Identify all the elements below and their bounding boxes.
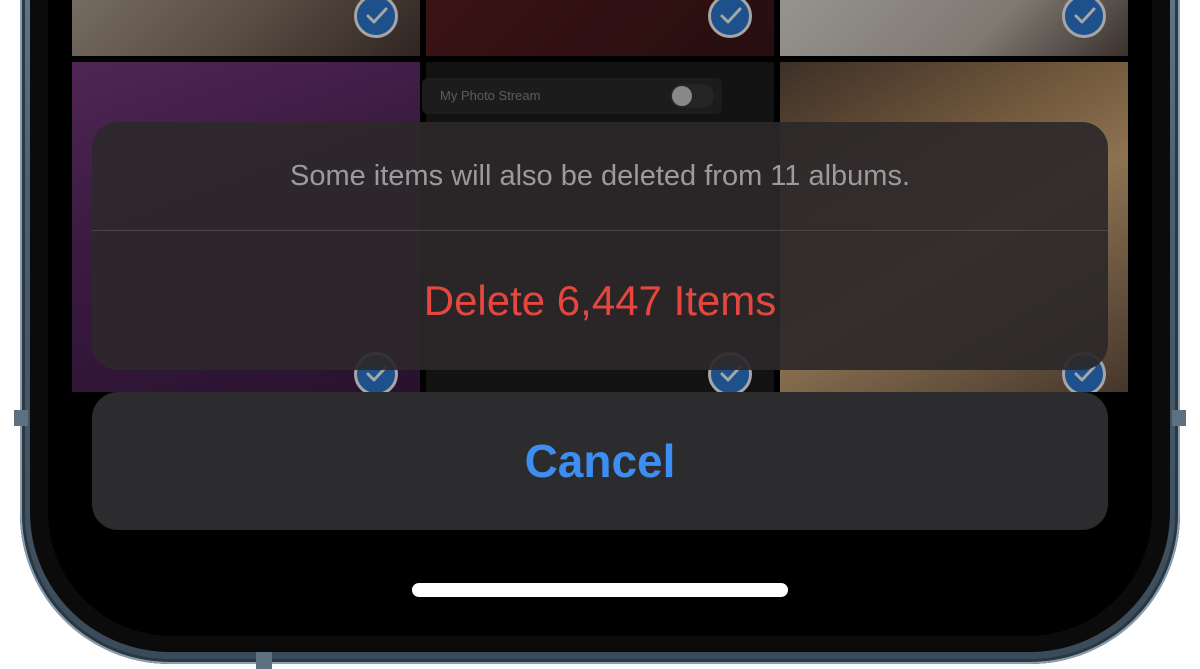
side-button-left	[14, 410, 28, 426]
delete-items-button[interactable]: Delete 6,447 Items	[92, 231, 1108, 370]
side-button-right	[1172, 410, 1186, 426]
phone-screenshot: My Photo Stream Some items will also be …	[0, 0, 1200, 669]
delete-action-sheet: Some items will also be deleted from 11 …	[92, 122, 1108, 370]
home-indicator[interactable]	[412, 583, 788, 597]
action-sheet-message: Some items will also be deleted from 11 …	[289, 159, 911, 192]
frame-antenna-band	[256, 650, 272, 669]
cancel-button[interactable]: Cancel	[92, 392, 1108, 530]
